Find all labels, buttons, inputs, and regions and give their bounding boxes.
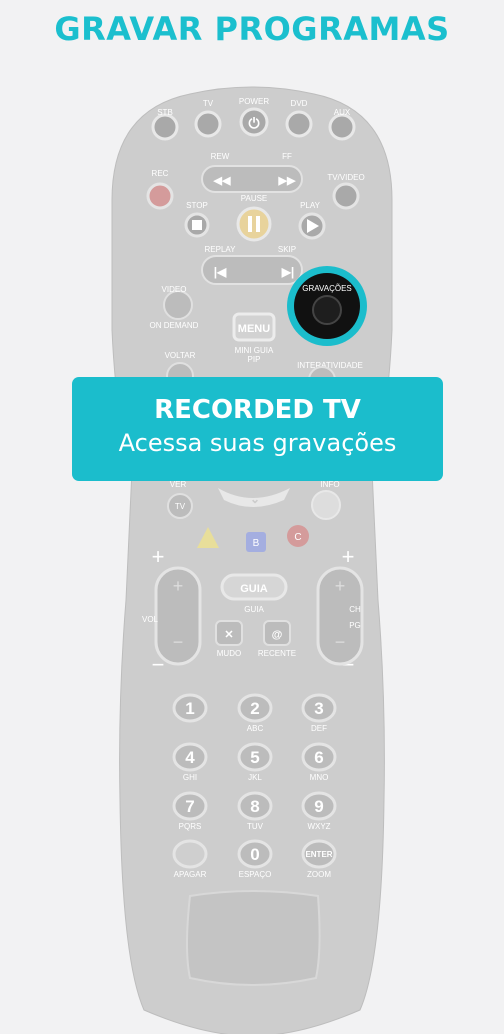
key-4-letters: GHI [183, 773, 197, 782]
recent-icon: @ [272, 629, 283, 641]
vol-down-icon: − [173, 632, 184, 652]
enter-label: ENTER [305, 850, 332, 859]
apagar-label: APAGAR [174, 870, 207, 879]
tvvideo-button[interactable] [332, 182, 360, 210]
ch-label: CH [349, 605, 361, 614]
ch-down-icon: − [335, 632, 346, 652]
video-label: VIDEO [162, 285, 187, 294]
key-5-letters: JKL [248, 773, 262, 782]
key-0-number: 0 [250, 845, 259, 864]
chevron-down-icon: ⌄ [250, 492, 260, 506]
menu-label: MENU [238, 323, 270, 335]
gravacoes-highlight: GRAVAÇÕES [287, 266, 367, 346]
vol-label: VOL [142, 615, 159, 624]
info-button[interactable] [311, 490, 341, 520]
tv-source-button[interactable] [194, 110, 222, 138]
ir-window [186, 890, 321, 986]
vol-plus-sign: + [152, 544, 165, 569]
key-4-number: 4 [185, 748, 195, 767]
key-3-number: 3 [314, 699, 323, 718]
rec-label: REC [152, 169, 169, 178]
callout-heading: RECORDED TV [154, 395, 361, 425]
key-6-letters: MNO [310, 773, 329, 782]
key-2-letters: ABC [247, 724, 264, 733]
callout-subtitle: Acessa suas gravações [118, 429, 397, 457]
voltar-label: VOLTAR [165, 351, 196, 360]
power-label: POWER [239, 97, 269, 106]
mute-icon: ✕ [224, 629, 233, 641]
b-label: B [253, 538, 260, 549]
dvd-label: DVD [291, 99, 308, 108]
stop-label: STOP [186, 201, 208, 210]
key-9-letters: WXYZ [307, 822, 330, 831]
key-9-number: 9 [314, 797, 323, 816]
power-icon: ⏻ [248, 115, 259, 131]
key-7-number: 7 [185, 797, 194, 816]
on-demand-label: ON DEMAND [150, 321, 199, 330]
stop-icon [192, 220, 202, 230]
key-2-number: 2 [250, 699, 259, 718]
tvvideo-label: TV/VIDEO [327, 173, 364, 182]
ver-label: VER [170, 480, 187, 489]
remote-control: STB TV POWER ⏻ DVD AUX REC TV/VIDEO REW … [111, 86, 393, 1034]
video-on-demand-button[interactable] [163, 290, 193, 320]
key-8-letters: TUV [247, 822, 264, 831]
key-3-letters: DEF [311, 724, 327, 733]
dvd-button[interactable] [285, 110, 313, 138]
recente-label: RECENTE [258, 649, 296, 658]
pg-label: PG [349, 621, 361, 630]
guia-label: GUIA [244, 605, 264, 614]
vol-up-icon: + [173, 576, 184, 596]
play-label: PLAY [300, 201, 321, 210]
rew-label: REW [211, 152, 230, 161]
stb-label: STB [157, 108, 173, 117]
aux-label: AUX [334, 108, 351, 117]
pause-icon-bar [256, 216, 260, 232]
pause-icon [248, 216, 252, 232]
ch-plus-sign: + [342, 544, 355, 569]
gravacoes-button-core[interactable] [312, 295, 342, 325]
pause-button[interactable] [236, 206, 272, 242]
mini-guia-label: MINI GUIA [235, 346, 274, 355]
stb-button[interactable] [151, 113, 179, 141]
pip-label: PIP [248, 355, 261, 364]
pause-label: PAUSE [241, 194, 268, 203]
key-6-number: 6 [314, 748, 323, 767]
mudo-label: MUDO [217, 649, 241, 658]
espaco-label: ESPAÇO [239, 870, 272, 879]
guia-button-label: GUIA [240, 583, 268, 595]
ver-tv-label: TV [175, 502, 186, 511]
key-7-letters: PQRS [179, 822, 202, 831]
key-8-number: 8 [250, 797, 259, 816]
ch-up-icon: + [335, 576, 346, 596]
rec-button[interactable] [146, 182, 174, 210]
skip-label: SKIP [278, 245, 296, 254]
apagar-button[interactable] [172, 839, 208, 869]
tv-source-label: TV [203, 99, 214, 108]
replay-icon: |◀ [214, 265, 227, 279]
key-5-number: 5 [250, 748, 259, 767]
callout-box: RECORDED TV Acessa suas gravações [72, 377, 443, 481]
rewind-icon: ◀◀ [213, 175, 231, 187]
c-label: C [294, 532, 301, 543]
key-1-number: 1 [185, 699, 194, 718]
info-label: INFO [320, 480, 339, 489]
aux-button[interactable] [328, 113, 356, 141]
gravacoes-label: GRAVAÇÕES [302, 284, 352, 293]
zoom-label: ZOOM [307, 870, 331, 879]
fast-forward-icon: ▶▶ [278, 175, 296, 187]
skip-icon: ▶| [281, 265, 295, 279]
replay-label: REPLAY [205, 245, 237, 254]
ff-label: FF [282, 152, 292, 161]
